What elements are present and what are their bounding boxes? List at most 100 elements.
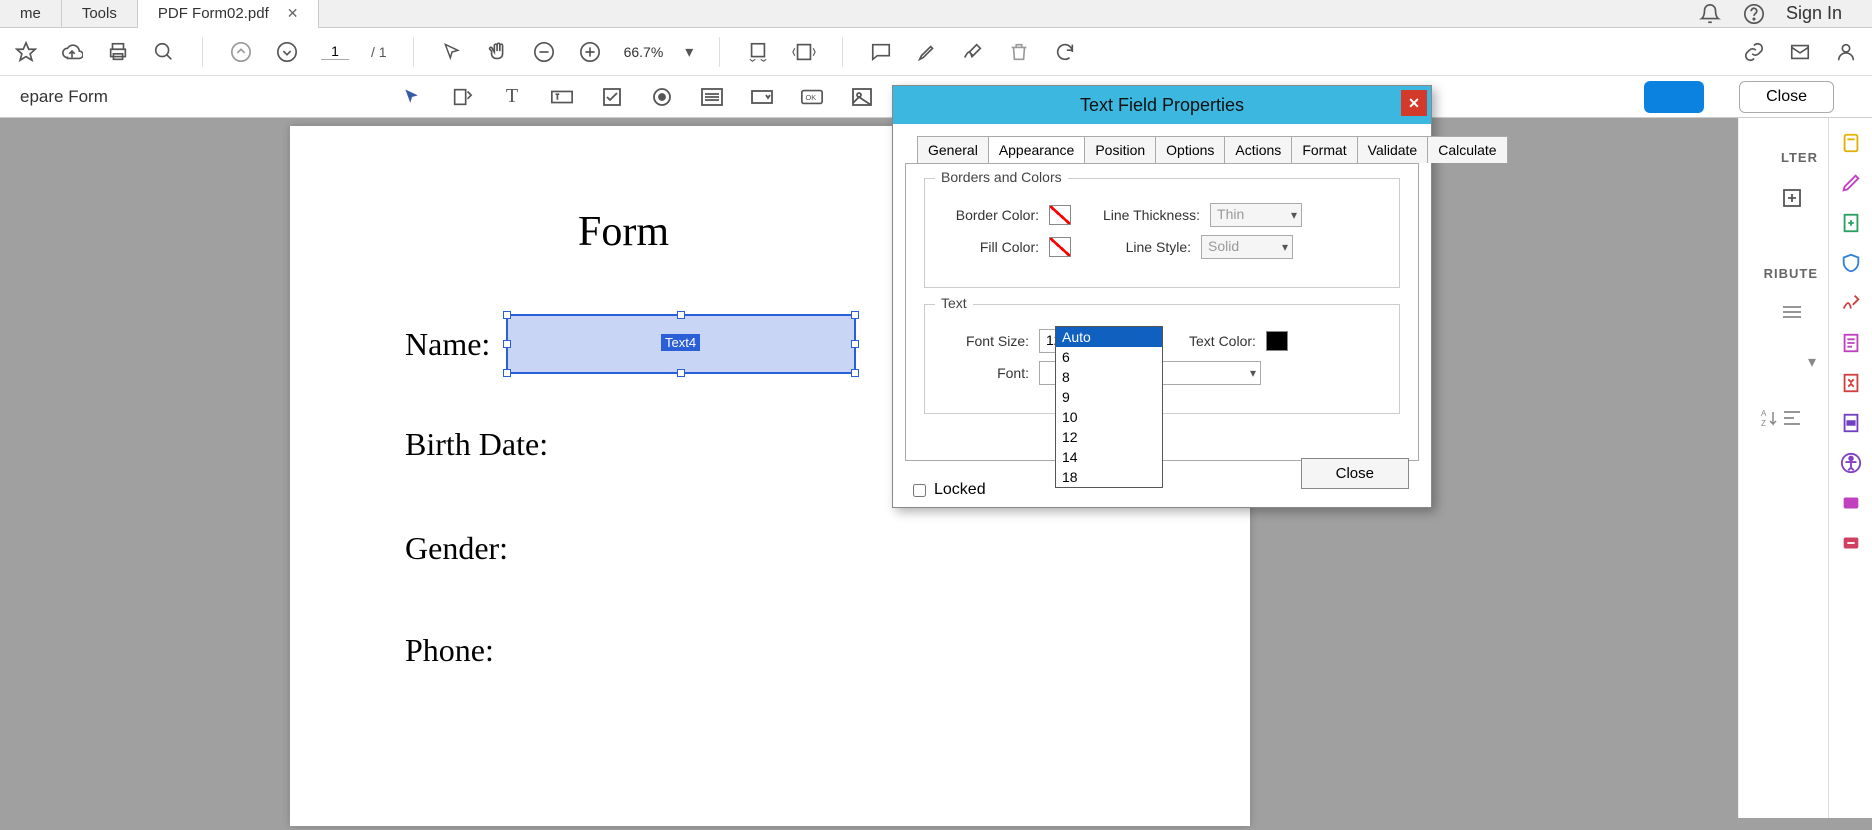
selected-text-field[interactable]: Text4	[506, 314, 856, 374]
line-thickness-dropdown[interactable]: Thin▾	[1210, 203, 1302, 227]
resize-handle[interactable]	[677, 311, 685, 319]
resize-handle[interactable]	[851, 340, 859, 348]
help-icon[interactable]	[1742, 2, 1766, 26]
dropdown-tool-icon[interactable]	[750, 85, 774, 109]
page-up-icon[interactable]	[229, 40, 253, 64]
filter-icon[interactable]	[1780, 186, 1804, 210]
rail-redact-icon[interactable]	[1840, 412, 1862, 434]
resize-handle[interactable]	[503, 369, 511, 377]
zoom-level[interactable]: 66.7%	[624, 44, 664, 60]
tab-options[interactable]: Options	[1155, 136, 1225, 163]
rail-compress-icon[interactable]	[1840, 372, 1862, 394]
radio-tool-icon[interactable]	[650, 85, 674, 109]
dialog-close-button[interactable]: Close	[1301, 458, 1409, 489]
rail-create-icon[interactable]	[1840, 132, 1862, 154]
prepare-form-label: epare Form	[10, 87, 118, 107]
tab-tools[interactable]: Tools	[62, 0, 138, 28]
font-size-dropdown-list: Auto 6 8 9 10 12 14 18	[1055, 326, 1163, 488]
fill-color-swatch[interactable]	[1049, 237, 1071, 257]
text-field-tool-icon[interactable]	[550, 85, 574, 109]
tab-format[interactable]: Format	[1291, 136, 1357, 163]
resize-handle[interactable]	[851, 369, 859, 377]
notification-icon[interactable]	[1698, 2, 1722, 26]
resize-handle[interactable]	[503, 340, 511, 348]
rail-sign-icon[interactable]	[1840, 292, 1862, 314]
font-size-option-6[interactable]: 6	[1056, 347, 1162, 367]
tab-document[interactable]: PDF Form02.pdf ✕	[138, 0, 320, 28]
font-size-option-12[interactable]: 12	[1056, 427, 1162, 447]
account-icon[interactable]	[1834, 40, 1858, 64]
rail-more-icon[interactable]	[1840, 532, 1862, 554]
panel-chevron-icon[interactable]: ▾	[1808, 352, 1816, 372]
align-icon[interactable]	[1780, 406, 1804, 430]
button-tool-icon[interactable]: OK	[800, 85, 824, 109]
delete-icon[interactable]	[1007, 40, 1031, 64]
resize-handle[interactable]	[677, 369, 685, 377]
line-style-dropdown[interactable]: Solid▾	[1201, 235, 1293, 259]
font-size-option-9[interactable]: 9	[1056, 387, 1162, 407]
rail-stamp-icon[interactable]	[1840, 492, 1862, 514]
edit-tool-icon[interactable]	[450, 85, 474, 109]
zoom-out-icon[interactable]	[532, 40, 556, 64]
font-size-option-8[interactable]: 8	[1056, 367, 1162, 387]
group-borders-colors: Borders and Colors Border Color: Line Th…	[924, 178, 1400, 288]
highlight-icon[interactable]	[915, 40, 939, 64]
list-tool-icon[interactable]	[700, 85, 724, 109]
tab-calculate[interactable]: Calculate	[1427, 136, 1507, 163]
page-down-icon[interactable]	[275, 40, 299, 64]
distribute-icon[interactable]	[1780, 300, 1804, 324]
image-tool-icon[interactable]	[850, 85, 874, 109]
close-formbar-button[interactable]: Close	[1739, 81, 1834, 113]
font-size-option-auto[interactable]: Auto	[1056, 327, 1162, 347]
right-side-panel: LTER RIBUTE ▾ AZ	[1738, 118, 1828, 818]
cloud-upload-icon[interactable]	[60, 40, 84, 64]
tab-validate[interactable]: Validate	[1357, 136, 1429, 163]
resize-handle[interactable]	[851, 311, 859, 319]
rail-protect-icon[interactable]	[1840, 252, 1862, 274]
border-color-swatch[interactable]	[1049, 205, 1071, 225]
rotate-icon[interactable]	[1053, 40, 1077, 64]
sign-in-link[interactable]: Sign In	[1786, 3, 1842, 24]
comment-icon[interactable]	[869, 40, 893, 64]
star-icon[interactable]	[14, 40, 38, 64]
sign-icon[interactable]	[961, 40, 985, 64]
close-tab-icon[interactable]: ✕	[287, 5, 299, 22]
hand-icon[interactable]	[486, 40, 510, 64]
link-icon[interactable]	[1742, 40, 1766, 64]
fit-page-icon[interactable]	[792, 40, 816, 64]
tab-general[interactable]: General	[917, 136, 989, 163]
panel-header-filter: LTER	[1781, 150, 1818, 165]
font-size-option-18[interactable]: 18	[1056, 467, 1162, 487]
rail-edit-icon[interactable]	[1840, 172, 1862, 194]
print-icon[interactable]	[106, 40, 130, 64]
font-size-option-10[interactable]: 10	[1056, 407, 1162, 427]
zoom-chevron-icon[interactable]: ▾	[685, 42, 693, 62]
rail-form-icon[interactable]	[1840, 332, 1862, 354]
page-number-input[interactable]	[321, 43, 349, 60]
preview-button[interactable]	[1644, 81, 1704, 113]
tab-position[interactable]: Position	[1084, 136, 1156, 163]
fit-width-icon[interactable]	[746, 40, 770, 64]
selection-tool-icon[interactable]	[400, 85, 424, 109]
tab-appearance[interactable]: Appearance	[988, 136, 1086, 163]
svg-text:A: A	[1761, 409, 1767, 418]
panel-header-distribute: RIBUTE	[1764, 266, 1818, 281]
checkbox-tool-icon[interactable]	[600, 85, 624, 109]
select-cursor-icon[interactable]	[440, 40, 464, 64]
dialog-close-x[interactable]: ✕	[1401, 90, 1427, 116]
sort-az-icon[interactable]: AZ	[1756, 406, 1780, 430]
search-icon[interactable]	[152, 40, 176, 64]
dialog-title-bar[interactable]: Text Field Properties ✕	[893, 86, 1431, 124]
email-icon[interactable]	[1788, 40, 1812, 64]
zoom-in-icon[interactable]	[578, 40, 602, 64]
text-color-swatch[interactable]	[1266, 331, 1288, 351]
text-tool-icon[interactable]: T	[500, 85, 524, 109]
locked-checkbox[interactable]	[913, 484, 926, 497]
label-gender: Gender:	[405, 530, 508, 567]
tab-actions[interactable]: Actions	[1224, 136, 1292, 163]
font-size-option-14[interactable]: 14	[1056, 447, 1162, 467]
rail-export-icon[interactable]	[1840, 212, 1862, 234]
resize-handle[interactable]	[503, 311, 511, 319]
rail-accessibility-icon[interactable]	[1840, 452, 1862, 474]
tab-home[interactable]: me	[0, 0, 62, 28]
